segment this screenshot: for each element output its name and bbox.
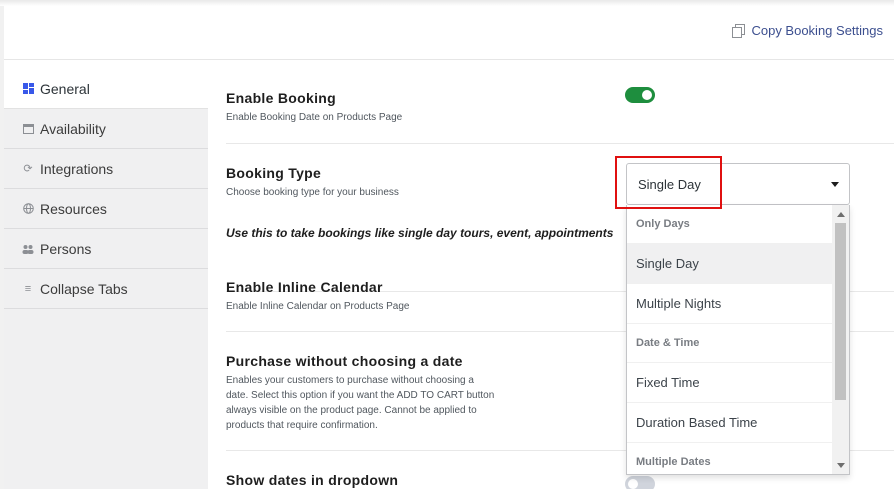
globe-icon — [22, 203, 34, 215]
enable-booking-desc: Enable Booking Date on Products Page — [226, 112, 403, 123]
dropdown-option-duration-based-time[interactable]: Duration Based Time — [627, 403, 834, 443]
scroll-down-icon[interactable] — [837, 463, 845, 468]
copy-booking-settings-link[interactable]: Copy Booking Settings — [732, 23, 883, 38]
scroll-up-icon[interactable] — [837, 212, 845, 217]
calendar-icon — [22, 123, 34, 135]
dropdown-group-date-time: Date & Time — [627, 324, 834, 363]
sync-icon: ⟳ — [23, 163, 33, 175]
dates-dropdown-toggle[interactable] — [625, 476, 655, 489]
dropdown-group-only-days: Only Days — [627, 205, 834, 244]
dropdown-option-single-day[interactable]: Single Day — [627, 244, 834, 284]
caret-down-icon — [831, 182, 839, 187]
sidebar-item-integrations[interactable]: ⟳ Integrations — [4, 149, 208, 189]
highlight-box — [615, 156, 722, 209]
toggle-knob — [628, 479, 638, 489]
settings-sidebar: General Availability ⟳ Integrations Reso… — [4, 69, 208, 489]
dropdown-scrollbar[interactable] — [832, 205, 849, 474]
dropdown-list: Only Days Single Day Multiple Nights Dat… — [627, 205, 834, 474]
toggle-knob — [642, 90, 652, 100]
booking-type-dropdown: Only Days Single Day Multiple Nights Dat… — [626, 205, 850, 475]
enable-booking-title: Enable Booking — [226, 90, 336, 106]
sidebar-item-label: Persons — [40, 240, 92, 257]
people-icon — [22, 243, 34, 255]
sidebar-item-resources[interactable]: Resources — [4, 189, 208, 229]
grid-icon — [22, 83, 34, 95]
scrollbar-thumb[interactable] — [835, 223, 846, 400]
sidebar-item-persons[interactable]: Persons — [4, 229, 208, 269]
sidebar-item-label: Integrations — [40, 160, 114, 177]
copy-booking-settings-label: Copy Booking Settings — [751, 23, 883, 38]
copy-icon — [732, 23, 746, 38]
top-shadow — [0, 0, 894, 6]
list-icon: ≡ — [24, 282, 32, 295]
dropdown-group-multiple-dates: Multiple Dates — [627, 443, 834, 474]
sidebar-item-label: Availability — [40, 120, 106, 137]
sidebar-item-label: Collapse Tabs — [40, 280, 128, 297]
sidebar-item-availability[interactable]: Availability — [4, 109, 208, 149]
enable-booking-toggle[interactable] — [625, 87, 655, 103]
sidebar-item-collapse-tabs[interactable]: ≡ Collapse Tabs — [4, 269, 208, 309]
sidebar-item-general[interactable]: General — [4, 69, 208, 109]
enable-booking-row: Enable Booking Enable Booking Date on Pr… — [226, 90, 894, 144]
sidebar-item-label: General — [40, 80, 90, 97]
dropdown-option-fixed-time[interactable]: Fixed Time — [627, 363, 834, 403]
sidebar-item-label: Resources — [40, 200, 107, 217]
dropdown-option-multiple-nights[interactable]: Multiple Nights — [627, 284, 834, 324]
